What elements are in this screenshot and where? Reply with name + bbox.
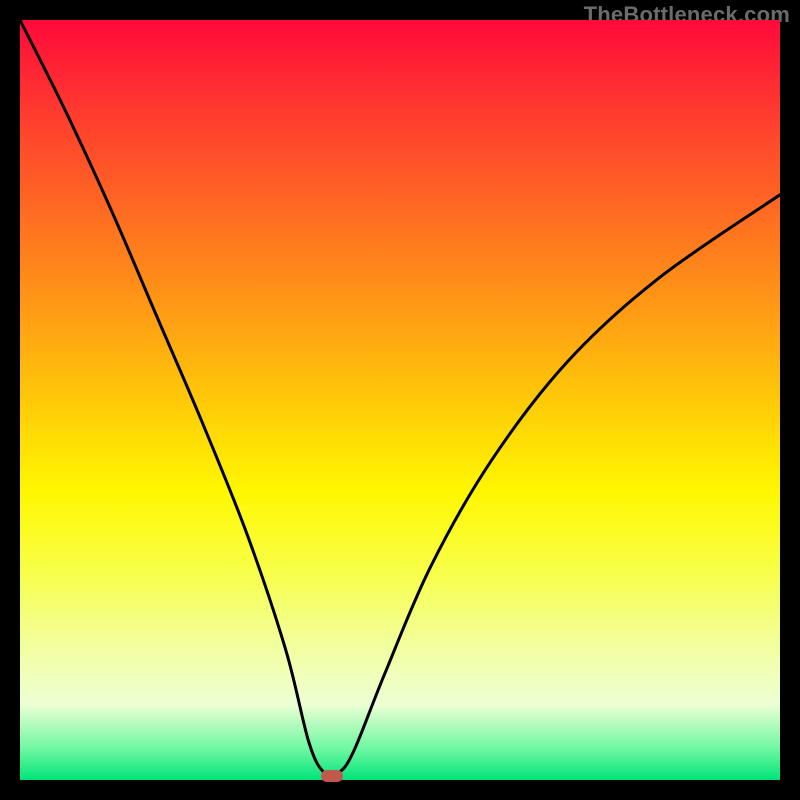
- plot-area: [20, 20, 780, 780]
- chart-frame: TheBottleneck.com: [0, 0, 800, 800]
- bottleneck-curve-path: [20, 20, 780, 776]
- bottleneck-marker: [321, 770, 343, 782]
- curve-svg: [20, 20, 780, 780]
